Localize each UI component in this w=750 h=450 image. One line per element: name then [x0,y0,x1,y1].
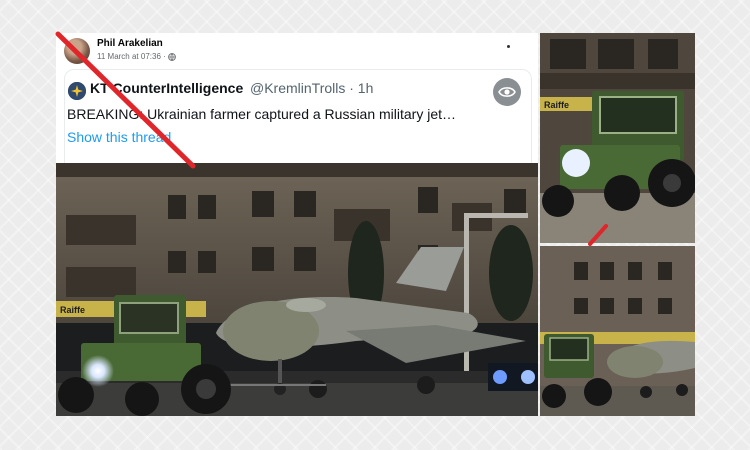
post-timestamp[interactable]: 11 March at 07:36 · [97,52,166,61]
shop-sign: Raiffe [60,305,85,315]
eye-icon[interactable] [493,78,521,106]
show-thread-link[interactable]: Show this thread [67,129,171,145]
tweet-text: BREAKING: Ukrainian farmer captured a Ru… [67,106,457,122]
more-options-icon[interactable] [506,43,510,49]
profile-logo-icon [68,82,86,100]
post-header: Phil Arakelian 11 March at 07:36 · [56,33,538,69]
tweet-handle[interactable]: @KremlinTrolls · 1h [250,80,373,96]
avatar[interactable] [64,38,90,64]
shop-sign: Raiffe [544,100,569,110]
facebook-post: Phil Arakelian 11 March at 07:36 · KT Co… [56,33,538,416]
side-photo-tractor[interactable]: Raiffe [540,33,695,243]
post-author[interactable]: Phil Arakelian [97,38,163,49]
tweet-display-name[interactable]: KT CounterIntelligence [90,80,243,96]
side-photo-jet[interactable] [540,246,695,416]
post-photo[interactable]: Raiffe [56,163,538,416]
post-meta: 11 March at 07:36 · [97,52,176,61]
globe-icon [167,52,176,61]
